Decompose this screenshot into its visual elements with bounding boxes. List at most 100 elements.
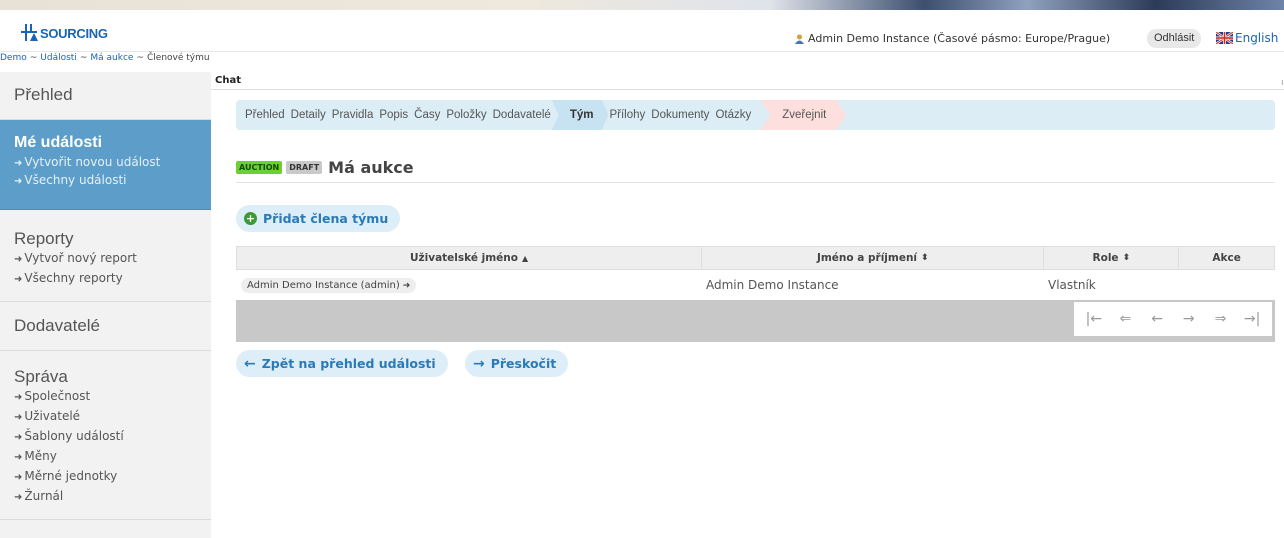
sidebar-section-reports: Reporty ➜ Vytvoř nový report ➜ Všechny rep…	[0, 210, 211, 302]
sidebar: Přehled Mé události ➜ Vytvořit novou udál…	[0, 72, 211, 538]
fast-forward-icon[interactable]: ⇒	[1209, 311, 1231, 327]
arrow-right-icon: ➜	[14, 412, 23, 423]
arrow-right-icon: ➜	[14, 158, 23, 169]
cell-full-name: Admin Demo Instance	[706, 278, 839, 292]
add-team-member-button[interactable]: + Přidat člena týmu	[236, 205, 401, 232]
step-suppliers[interactable]: Dodavatelé	[490, 109, 554, 121]
sidebar-link-all-reports[interactable]: ➜ Všechny reporty	[14, 269, 211, 289]
step-items[interactable]: Položky	[443, 109, 489, 121]
logo[interactable]: SOURCING	[21, 24, 108, 42]
sidebar-link-new-report[interactable]: ➜ Vytvoř nový report	[14, 249, 211, 269]
table-header: Uživatelské jméno ▲ Jméno a příjmení ⬍ Rol…	[236, 246, 1275, 270]
breadcrumb-separator: ~	[136, 53, 144, 63]
sidebar-link-create-event[interactable]: ➜ Vytvořit novou událost	[14, 154, 211, 172]
language-switch[interactable]: English	[1216, 31, 1278, 45]
column-username[interactable]: Uživatelské jméno ▲	[237, 247, 703, 269]
breadcrumb: Demo ~ Události ~ Má aukce ~ Členové tým…	[0, 53, 210, 67]
step-overview[interactable]: Přehled	[242, 109, 288, 121]
logo-text: SOURCING	[40, 25, 108, 41]
language-label: English	[1235, 31, 1279, 45]
sort-icon: ⬍	[1122, 253, 1131, 263]
skip-label: Přeskočit	[490, 356, 557, 371]
step-questions[interactable]: Otázky	[712, 109, 754, 121]
user-link[interactable]: Admin Demo Instance (admin) ➜	[241, 278, 417, 293]
step-documents[interactable]: Dokumenty	[648, 109, 712, 121]
table-row: Admin Demo Instance (admin) ➜ Admin Demo …	[236, 270, 1275, 300]
user-info: Admin Demo Instance (Časové pásmo: Europ…	[795, 32, 1110, 45]
sidebar-section-overview[interactable]: Přehled	[0, 72, 211, 120]
first-page-icon[interactable]: |←	[1083, 311, 1105, 327]
next-page-icon[interactable]: →	[1178, 311, 1200, 327]
chat-label[interactable]: Chat	[215, 75, 241, 86]
logo-mark-icon	[21, 24, 38, 41]
user-info-text: Admin Demo Instance (Časové pásmo: Europ…	[808, 32, 1111, 45]
wizard-steps: Přehled Detaily Pravidla Popis Časy Polo…	[236, 100, 1275, 130]
arrow-right-icon: →	[473, 355, 485, 372]
sort-icon: ⬍	[921, 253, 929, 263]
sidebar-link-company[interactable]: ➜ Společnost	[14, 387, 211, 407]
title-divider	[236, 182, 1275, 183]
fast-back-icon[interactable]: ⇐	[1114, 311, 1136, 327]
pager-controls: |← ⇐ ← → ⇒ →|	[1074, 302, 1272, 336]
breadcrumb-item-events[interactable]: Události	[40, 53, 77, 67]
arrow-right-icon: ➜	[14, 392, 23, 403]
step-publish[interactable]: Zveřejnit	[760, 100, 847, 130]
add-team-member-label: Přidat člena týmu	[263, 211, 389, 226]
arrow-right-icon: ➜	[14, 254, 23, 265]
sidebar-item-my-events[interactable]: Mé události	[14, 134, 211, 152]
breadcrumb-item-my-auction[interactable]: Má aukce	[90, 53, 133, 67]
sidebar-link-event-templates[interactable]: ➜ Šablony událostí	[14, 427, 211, 447]
breadcrumb-current: Členové týmu	[147, 53, 210, 63]
sidebar-item-admin[interactable]: Správa	[14, 367, 211, 387]
event-status-badge: DRAFT	[286, 161, 323, 174]
chat-toggle-icon[interactable]: ı	[1281, 78, 1284, 88]
table-pager: |← ⇐ ← → ⇒ →|	[236, 300, 1275, 342]
breadcrumb-item-demo[interactable]: Demo	[0, 53, 27, 67]
prev-page-icon[interactable]: ←	[1146, 311, 1168, 327]
step-attachments[interactable]: Přílohy	[606, 109, 648, 121]
last-page-icon[interactable]: →|	[1241, 311, 1263, 327]
arrow-right-icon: ➜	[14, 432, 23, 443]
team-table: Uživatelské jméno ▲ Jméno a příjmení ⬍ Rol…	[236, 246, 1275, 342]
back-to-overview-button[interactable]: ← Zpět na přehled události	[236, 350, 448, 377]
sidebar-section-admin: Správa ➜ Společnost ➜ Uživatelé ➜ Šablony u…	[0, 351, 211, 520]
uk-flag-icon	[1216, 32, 1233, 44]
sidebar-item-overview[interactable]: Přehled	[14, 85, 211, 105]
back-to-overview-label: Zpět na přehled události	[261, 356, 436, 371]
sidebar-link-all-events[interactable]: ➜ Všechny události	[14, 172, 211, 190]
top-header: SOURCING Admin Demo Instance (Časové pás…	[0, 10, 1284, 52]
cell-role: Vlastník	[1048, 278, 1096, 292]
step-team[interactable]: Tým	[551, 100, 609, 130]
step-description[interactable]: Popis	[376, 109, 411, 121]
user-icon	[795, 34, 804, 44]
arrow-right-icon: ➜	[14, 452, 23, 463]
breadcrumb-separator: ~	[29, 53, 38, 63]
header-banner-image	[0, 0, 1284, 10]
column-full-name[interactable]: Jméno a příjmení ⬍	[702, 247, 1045, 269]
sidebar-section-my-events: Mé události ➜ Vytvořit novou událost ➜ Vše…	[0, 120, 211, 210]
chat-divider	[211, 89, 1284, 90]
step-times[interactable]: Časy	[411, 109, 443, 121]
cell-username: Admin Demo Instance (admin) ➜	[236, 277, 702, 293]
logout-button[interactable]: Odhlásit	[1147, 29, 1202, 48]
step-rules[interactable]: Pravidla	[329, 109, 377, 121]
sidebar-link-users[interactable]: ➜ Uživatelé	[14, 407, 211, 427]
sidebar-section-suppliers[interactable]: Dodavatelé	[0, 302, 211, 351]
arrow-right-icon: ➜	[14, 472, 23, 483]
sidebar-item-suppliers[interactable]: Dodavatelé	[14, 316, 211, 336]
arrow-right-icon: ➜	[14, 492, 23, 503]
sidebar-item-reports[interactable]: Reporty	[14, 229, 211, 249]
event-type-badge: AUCTION	[236, 161, 283, 174]
column-role[interactable]: Role ⬍	[1044, 247, 1180, 269]
arrow-left-icon: ←	[244, 355, 256, 372]
step-details[interactable]: Detaily	[288, 109, 329, 121]
skip-button[interactable]: → Přeskočit	[465, 350, 569, 377]
plus-circle-icon: +	[244, 212, 257, 225]
arrow-right-icon: ➜	[14, 274, 23, 285]
sidebar-link-currencies[interactable]: ➜ Měny	[14, 447, 211, 467]
arrow-right-icon: ➜	[402, 280, 411, 291]
page-title: Má aukce	[328, 158, 414, 177]
sidebar-link-units[interactable]: ➜ Měrné jednotky	[14, 467, 211, 487]
sidebar-link-journal[interactable]: ➜ Žurnál	[14, 487, 211, 507]
column-actions: Akce	[1212, 252, 1241, 264]
